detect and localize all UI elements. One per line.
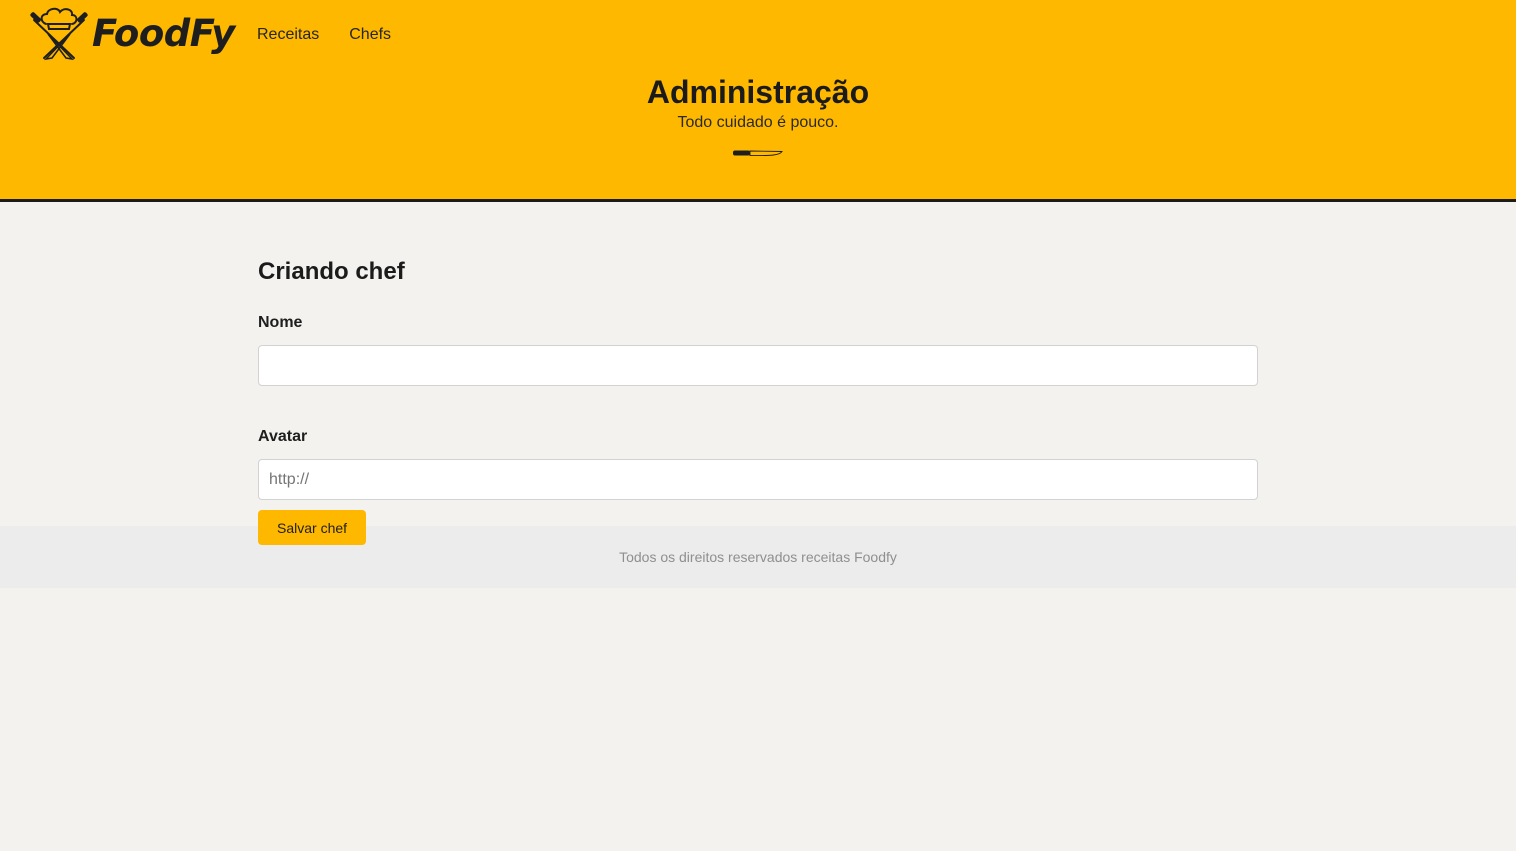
- avatar-label: Avatar: [258, 428, 308, 445]
- knife-icon: [733, 150, 783, 157]
- avatar-url-input[interactable]: [258, 459, 1258, 500]
- site-header: FoodFy Receitas Chefs Administração Todo…: [0, 0, 1516, 202]
- brand-logo[interactable]: FoodFy: [28, 6, 235, 62]
- form-heading: Criando chef: [258, 258, 405, 285]
- page-title: Administração: [646, 74, 870, 110]
- hero: Administração Todo cuidado é pouco.: [0, 71, 1516, 159]
- nome-input[interactable]: [258, 345, 1258, 386]
- brand-name: FoodFy: [92, 11, 235, 55]
- chef-form: Nome Avatar Salvar chef: [258, 314, 1258, 545]
- nav-link-chefs[interactable]: Chefs: [349, 26, 391, 44]
- chef-form-section: Criando chef Nome Avatar Salvar chef: [258, 202, 1258, 545]
- chef-hat-crossed-knives-icon: [30, 7, 88, 61]
- footer-copyright: Todos os direitos reservados receitas Fo…: [619, 549, 897, 565]
- field-avatar: Avatar: [258, 428, 1258, 500]
- nome-label: Nome: [258, 314, 303, 331]
- save-chef-button[interactable]: Salvar chef: [258, 510, 367, 545]
- page-subtitle: Todo cuidado é pouco.: [677, 114, 839, 131]
- main-nav: Receitas Chefs: [257, 26, 391, 44]
- field-nome: Nome: [258, 314, 1258, 386]
- nav-link-receitas[interactable]: Receitas: [257, 26, 319, 44]
- site-footer: Todos os direitos reservados receitas Fo…: [0, 526, 1516, 588]
